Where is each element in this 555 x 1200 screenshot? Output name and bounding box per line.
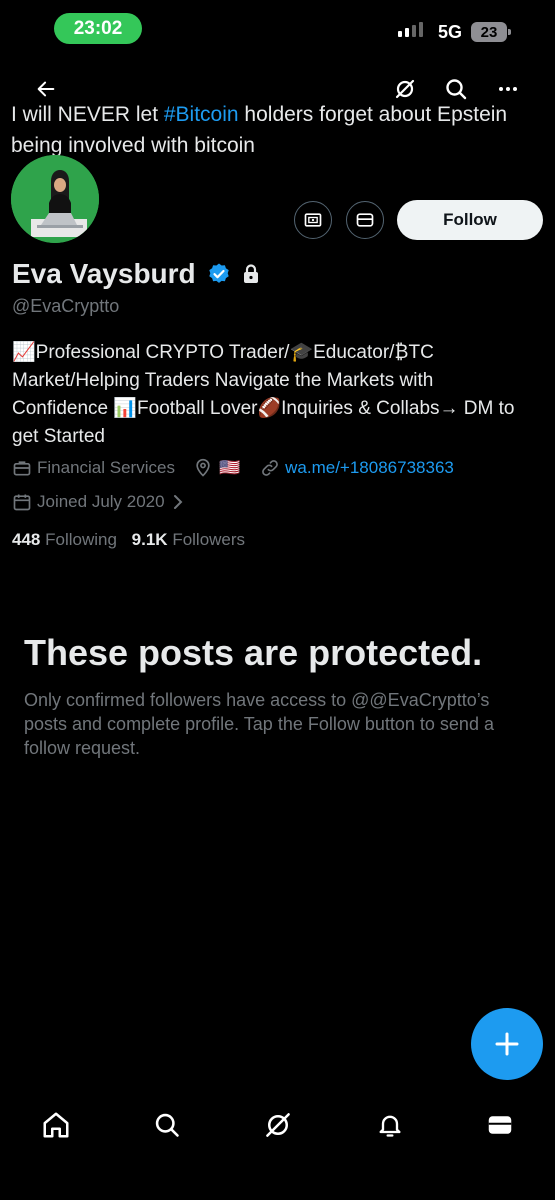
compose-button[interactable] [471,1008,543,1080]
avatar[interactable] [11,155,99,243]
link-icon [260,458,280,478]
followers-label: Followers [172,530,246,549]
profile-handle: @EvaCryptto [12,296,120,316]
nav-grok-icon[interactable] [261,1108,295,1142]
nav-messages-icon[interactable] [483,1108,517,1142]
tweet-text: I will NEVER let #Bitcoin holders forget… [11,99,531,161]
follow-button[interactable]: Follow [397,200,543,240]
verified-badge-icon [207,261,231,293]
following-count: 448 [12,530,41,549]
profile-location: 🇺🇸 [218,458,241,477]
nav-home-icon[interactable] [39,1108,73,1142]
protected-title: These posts are protected. [24,632,483,673]
following-label: Following [45,530,117,549]
hashtag-link[interactable]: #Bitcoin [164,103,239,126]
profile-joined-date: Joined July 2020 [37,492,165,511]
profile-category: Financial Services [37,458,175,477]
battery-indicator: 23 [471,22,511,42]
tweet-prefix: I will NEVER let [11,103,164,126]
network-type: 5G [438,22,463,42]
followers-count: 9.1K [131,530,168,549]
plus-icon [495,1032,519,1056]
briefcase-icon [12,458,32,478]
nav-notifications-icon[interactable] [373,1108,407,1142]
chevron-right-icon [171,493,185,511]
profile-bio: 📈Professional CRYPTO Trader/🎓Educator/₿T… [12,342,515,447]
signal-icon [398,22,423,37]
following-link[interactable]: 448 Following [12,530,117,549]
profile-website-link[interactable]: wa.me/+18086738363 [285,458,454,478]
profile-meta-row: Financial Services 🇺🇸 wa.me/+18086738363 [12,458,454,478]
profile-name: Eva Vaysburd [12,258,196,289]
profile-name-row: Eva Vaysburd [12,258,261,293]
location-pin-icon [193,458,213,478]
profile-joined-row[interactable]: Joined July 2020 [12,492,185,512]
subscribe-button[interactable] [294,201,332,239]
message-button[interactable] [346,201,384,239]
calendar-icon [12,492,32,512]
followers-link[interactable]: 9.1K Followers [132,530,245,549]
protected-lock-icon [241,260,261,292]
follow-counts: 448 Following 9.1K Followers [12,530,245,550]
nav-search-icon[interactable] [150,1108,184,1142]
status-time: 23:02 [54,13,142,44]
protected-description: Only confirmed followers have access to … [24,690,494,758]
